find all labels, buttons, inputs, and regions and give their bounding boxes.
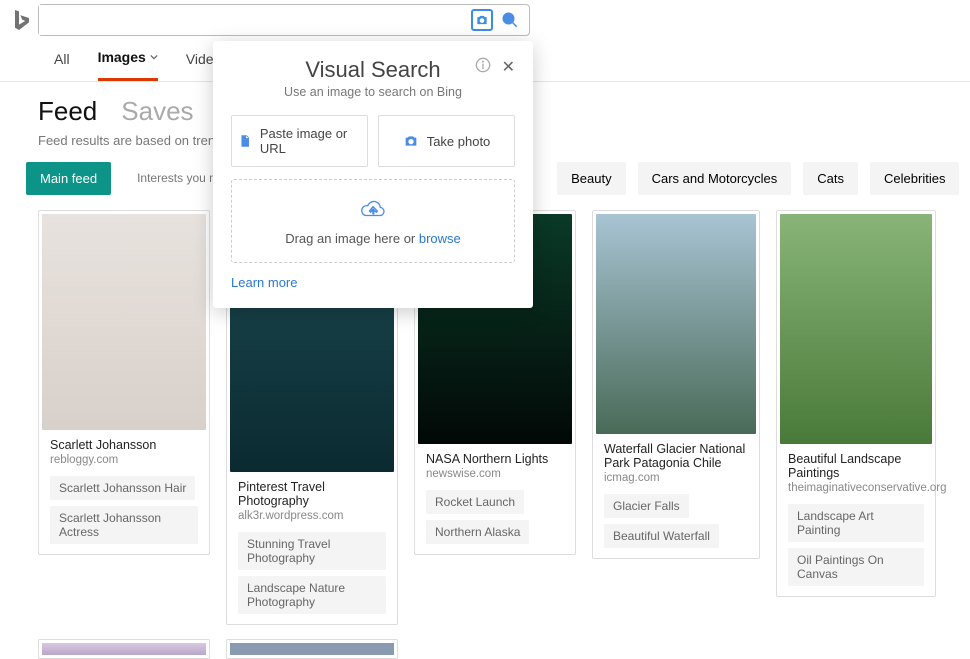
interest-pill[interactable]: Beauty: [557, 162, 625, 195]
related-tag[interactable]: Rocket Launch: [426, 490, 524, 514]
info-icon[interactable]: [475, 57, 491, 73]
search-icon: [501, 11, 519, 29]
card-source: alk3r.wordpress.com: [238, 510, 386, 522]
card-stub: [38, 639, 210, 659]
card-source: rebloggy.com: [50, 454, 198, 466]
interest-pill[interactable]: Cars and Motorcycles: [638, 162, 792, 195]
browse-link[interactable]: browse: [419, 231, 461, 246]
nav-images[interactable]: Images: [98, 46, 158, 81]
take-photo-label: Take photo: [427, 134, 491, 149]
paste-image-label: Paste image or URL: [260, 126, 361, 156]
related-tag[interactable]: Oil Paintings On Canvas: [788, 548, 924, 586]
paste-image-button[interactable]: Paste image or URL: [231, 115, 368, 167]
related-tag[interactable]: Scarlett Johansson Hair: [50, 476, 195, 500]
bing-logo-icon[interactable]: [10, 8, 34, 32]
nav-images-label: Images: [98, 49, 146, 65]
visual-search-popup: Visual Search Use an image to search on …: [213, 41, 533, 308]
card-title[interactable]: Waterfall Glacier National Park Patagoni…: [604, 442, 748, 470]
learn-more-link[interactable]: Learn more: [231, 275, 515, 290]
card-source: icmag.com: [604, 472, 748, 484]
main-feed-button[interactable]: Main feed: [26, 162, 111, 195]
dropzone-text: Drag an image here or browse: [232, 231, 514, 246]
search-button[interactable]: [499, 9, 521, 31]
card-image[interactable]: [780, 214, 932, 444]
search-input[interactable]: [39, 5, 471, 35]
card-title[interactable]: Beautiful Landscape Paintings: [788, 452, 924, 480]
card-image[interactable]: [42, 214, 206, 430]
subnav-feed[interactable]: Feed: [38, 96, 97, 127]
related-tag[interactable]: Scarlett Johansson Actress: [50, 506, 198, 544]
camera-icon: [475, 13, 489, 27]
interest-pill[interactable]: Cats: [803, 162, 858, 195]
interest-pill[interactable]: Celebrities: [870, 162, 959, 195]
card-title[interactable]: NASA Northern Lights: [426, 452, 564, 466]
card-image[interactable]: [596, 214, 756, 434]
feed-card: Beautiful Landscape Paintings theimaginat…: [776, 210, 936, 597]
camera-icon: [403, 133, 419, 149]
related-tag[interactable]: Landscape Art Painting: [788, 504, 924, 542]
nav-all[interactable]: All: [54, 46, 70, 81]
chevron-down-icon: [150, 53, 158, 61]
card-title[interactable]: Scarlett Johansson: [50, 438, 198, 452]
close-icon[interactable]: ✕: [502, 57, 515, 77]
search-box: [38, 4, 530, 36]
take-photo-button[interactable]: Take photo: [378, 115, 515, 167]
related-tag[interactable]: Glacier Falls: [604, 494, 689, 518]
related-tag[interactable]: Beautiful Waterfall: [604, 524, 719, 548]
cloud-upload-icon: [360, 198, 386, 220]
dropzone[interactable]: Drag an image here or browse: [231, 179, 515, 263]
popup-subtitle: Use an image to search on Bing: [231, 85, 515, 99]
document-icon: [238, 133, 252, 149]
related-tag[interactable]: Landscape Nature Photography: [238, 576, 386, 614]
card-title[interactable]: Pinterest Travel Photography: [238, 480, 386, 508]
subnav-saves[interactable]: Saves: [121, 96, 193, 127]
related-tag[interactable]: Stunning Travel Photography: [238, 532, 386, 570]
interests-label: Interests you might like: [123, 162, 213, 196]
card-stub: [226, 639, 398, 659]
feed-next-row: [0, 625, 970, 659]
visual-search-button[interactable]: [471, 9, 493, 31]
popup-title: Visual Search: [231, 57, 515, 83]
related-tag[interactable]: Northern Alaska: [426, 520, 529, 544]
card-source: theimaginativeconservative.org: [788, 482, 924, 494]
feed-card: Waterfall Glacier National Park Patagoni…: [592, 210, 760, 559]
card-source: newswise.com: [426, 468, 564, 480]
feed-card: Scarlett Johansson rebloggy.com Scarlett J…: [38, 210, 210, 555]
